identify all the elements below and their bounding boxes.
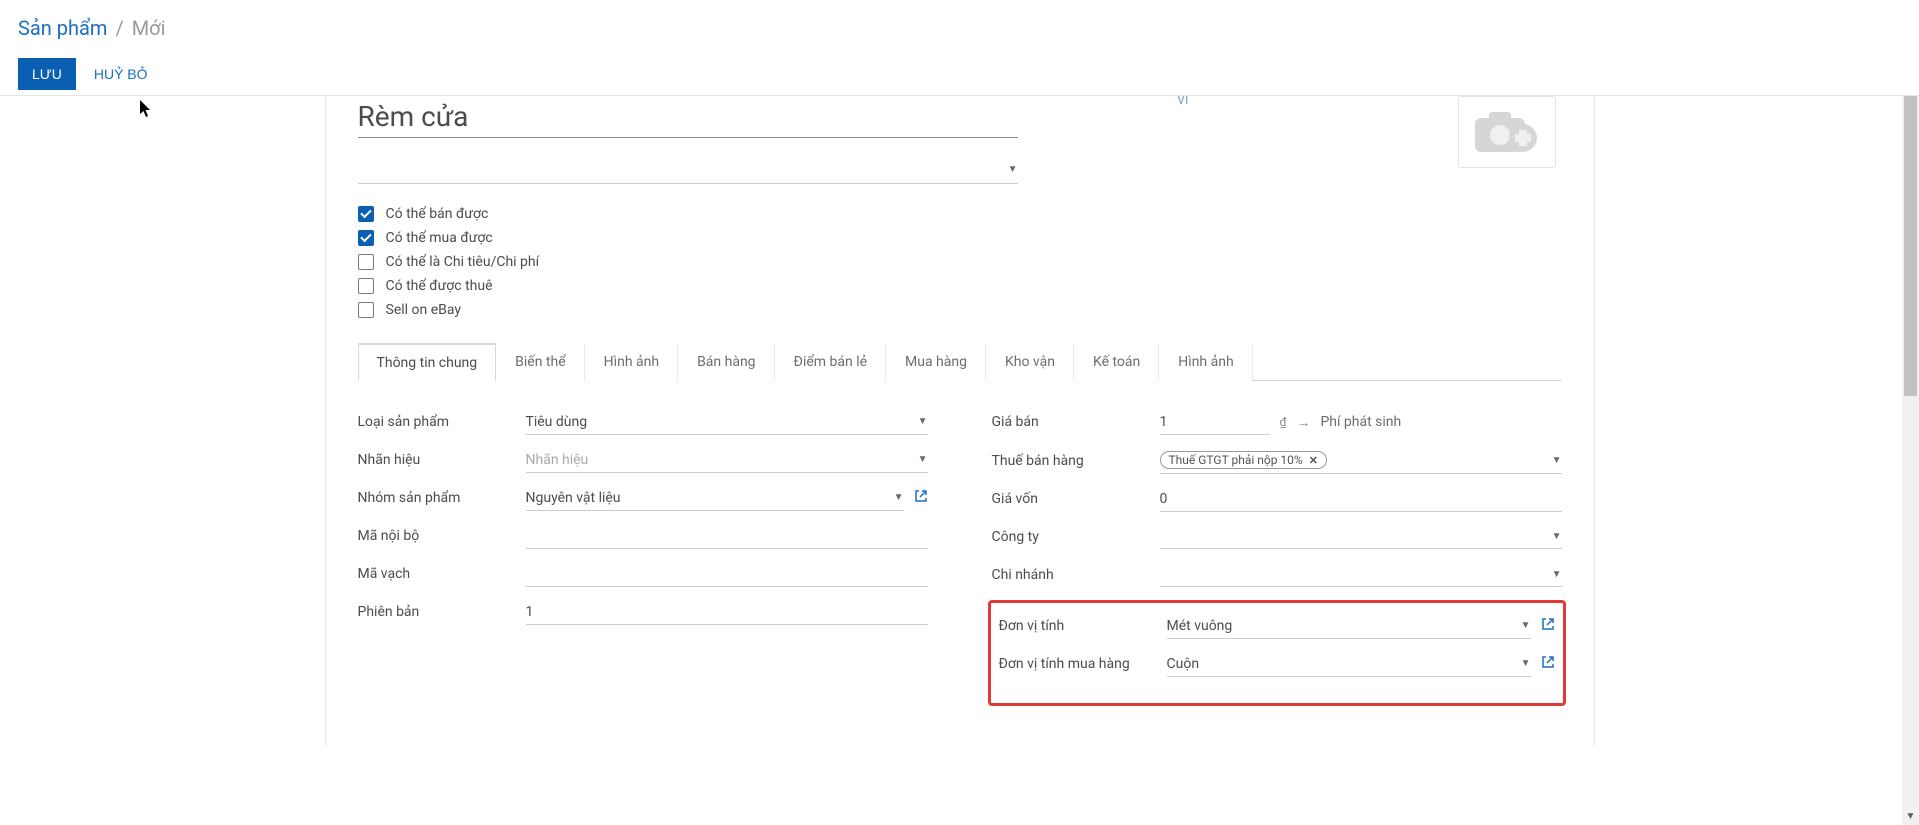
extra-cost-link[interactable]: Phí phát sinh — [1320, 414, 1401, 430]
branch-select[interactable]: ▼ — [1160, 563, 1562, 587]
sale-price-input[interactable] — [1160, 410, 1270, 435]
caret-down-icon: ▼ — [918, 416, 928, 427]
internal-ref-input[interactable] — [526, 524, 928, 549]
caret-down-icon: ▼ — [1552, 531, 1562, 542]
barcode-input[interactable] — [526, 562, 928, 587]
company-label: Công ty — [992, 529, 1160, 545]
tab-pos[interactable]: Điểm bán lẻ — [775, 343, 886, 381]
product-type-select[interactable]: Tiêu dùng ▼ — [526, 410, 928, 435]
caret-down-icon: ▼ — [1521, 658, 1531, 669]
sale-tax-label: Thuế bán hàng — [992, 453, 1160, 469]
vertical-scrollbar[interactable]: ▲ ▼ — [1902, 96, 1919, 825]
arrow-right-icon: → — [1296, 414, 1310, 431]
caret-down-icon: ▼ — [1521, 620, 1531, 631]
right-column: Giá bán ₫ → Phí phát sinh Thuế bán hàng — [960, 409, 1594, 706]
barcode-label: Mã vạch — [358, 566, 526, 582]
can-be-sold-label: Có thể bán được — [386, 206, 489, 222]
can-be-rented-label: Có thể được thuê — [386, 278, 493, 294]
tab-general-info[interactable]: Thông tin chung — [358, 343, 497, 381]
can-be-sold-checkbox[interactable] — [358, 206, 374, 222]
cost-label: Giá vốn — [992, 491, 1160, 507]
internal-ref-label: Mã nội bộ — [358, 528, 526, 544]
tab-sales[interactable]: Bán hàng — [678, 343, 774, 381]
form-sheet: VI ▼ — [325, 96, 1595, 746]
sale-tax-select[interactable]: Thuế GTGT phải nộp 10% ✕ ▼ — [1160, 447, 1562, 474]
breadcrumb-current: Mới — [132, 16, 166, 40]
highlighted-uom-section: Đơn vị tính Mét vuông ▼ — [988, 600, 1566, 706]
tab-bar: Thông tin chung Biến thể Hình ảnh Bán hà… — [358, 342, 1562, 381]
header-bar: Sản phẩm / Mới LƯU HUỶ BỎ — [0, 0, 1919, 96]
caret-down-icon: ▼ — [918, 454, 928, 465]
can-be-expense-label: Có thể là Chi tiêu/Chi phí — [386, 254, 540, 270]
caret-down-icon: ▼ — [894, 492, 904, 503]
version-label: Phiên bản — [358, 604, 526, 620]
uom-select[interactable]: Mét vuông ▼ — [1167, 614, 1531, 639]
cost-input[interactable] — [1160, 487, 1562, 512]
purchase-uom-select[interactable]: Cuộn ▼ — [1167, 652, 1531, 677]
camera-add-icon — [1471, 108, 1543, 156]
tab-accounting[interactable]: Kế toán — [1074, 343, 1159, 381]
branch-label: Chi nhánh — [992, 567, 1160, 583]
can-be-purchased-label: Có thể mua được — [386, 230, 493, 246]
breadcrumb: Sản phẩm / Mới — [18, 0, 1901, 40]
caret-down-icon: ▼ — [1552, 455, 1562, 466]
can-be-expense-checkbox[interactable] — [358, 254, 374, 270]
product-name-input[interactable] — [358, 96, 1018, 138]
scrollbar-thumb[interactable] — [1904, 96, 1917, 396]
sale-price-label: Giá bán — [992, 414, 1160, 430]
scroll-down-icon[interactable]: ▼ — [1902, 808, 1919, 825]
caret-down-icon: ▼ — [1008, 164, 1018, 175]
can-be-rented-checkbox[interactable] — [358, 278, 374, 294]
version-input[interactable] — [526, 600, 928, 625]
purchase-uom-label: Đơn vị tính mua hàng — [999, 656, 1167, 672]
can-be-purchased-checkbox[interactable] — [358, 230, 374, 246]
product-type-label: Loại sản phẩm — [358, 414, 526, 430]
tag-remove-icon[interactable]: ✕ — [1309, 454, 1318, 467]
brand-select[interactable]: Nhãn hiệu ▼ — [526, 448, 928, 473]
tab-inventory[interactable]: Kho vận — [986, 343, 1074, 381]
breadcrumb-separator: / — [115, 16, 123, 40]
discard-button[interactable]: HUỶ BỎ — [94, 66, 148, 82]
language-badge[interactable]: VI — [1178, 94, 1189, 107]
tab-images-2[interactable]: Hình ảnh — [1159, 343, 1252, 381]
company-select[interactable]: ▼ — [1160, 525, 1562, 549]
action-buttons: LƯU HUỶ BỎ — [18, 58, 1901, 90]
caret-down-icon: ▼ — [1552, 569, 1562, 580]
category-label: Nhóm sản phẩm — [358, 490, 526, 506]
uom-external-link-icon[interactable] — [1541, 617, 1555, 635]
uom-label: Đơn vị tính — [999, 618, 1167, 634]
tab-variants[interactable]: Biến thể — [496, 343, 584, 381]
secondary-select[interactable]: ▼ — [358, 156, 1018, 184]
checkbox-group: Có thể bán được Có thể mua được Có thể l… — [326, 184, 1594, 334]
currency-symbol: ₫ — [1280, 415, 1287, 429]
save-button[interactable]: LƯU — [18, 58, 76, 90]
left-column: Loại sản phẩm Tiêu dùng ▼ Nhãn hiệu — [326, 409, 960, 706]
sell-on-ebay-label: Sell on eBay — [386, 302, 462, 318]
tab-images[interactable]: Hình ảnh — [585, 343, 678, 381]
purchase-uom-external-link-icon[interactable] — [1541, 655, 1555, 673]
tax-tag: Thuế GTGT phải nộp 10% ✕ — [1160, 451, 1327, 469]
tab-purchase[interactable]: Mua hàng — [886, 343, 986, 381]
breadcrumb-root-link[interactable]: Sản phẩm — [18, 16, 107, 40]
product-image-placeholder[interactable] — [1458, 96, 1556, 168]
brand-label: Nhãn hiệu — [358, 452, 526, 468]
sell-on-ebay-checkbox[interactable] — [358, 302, 374, 318]
category-select[interactable]: Nguyên vật liệu ▼ — [526, 486, 904, 511]
category-external-link-icon[interactable] — [914, 489, 928, 507]
